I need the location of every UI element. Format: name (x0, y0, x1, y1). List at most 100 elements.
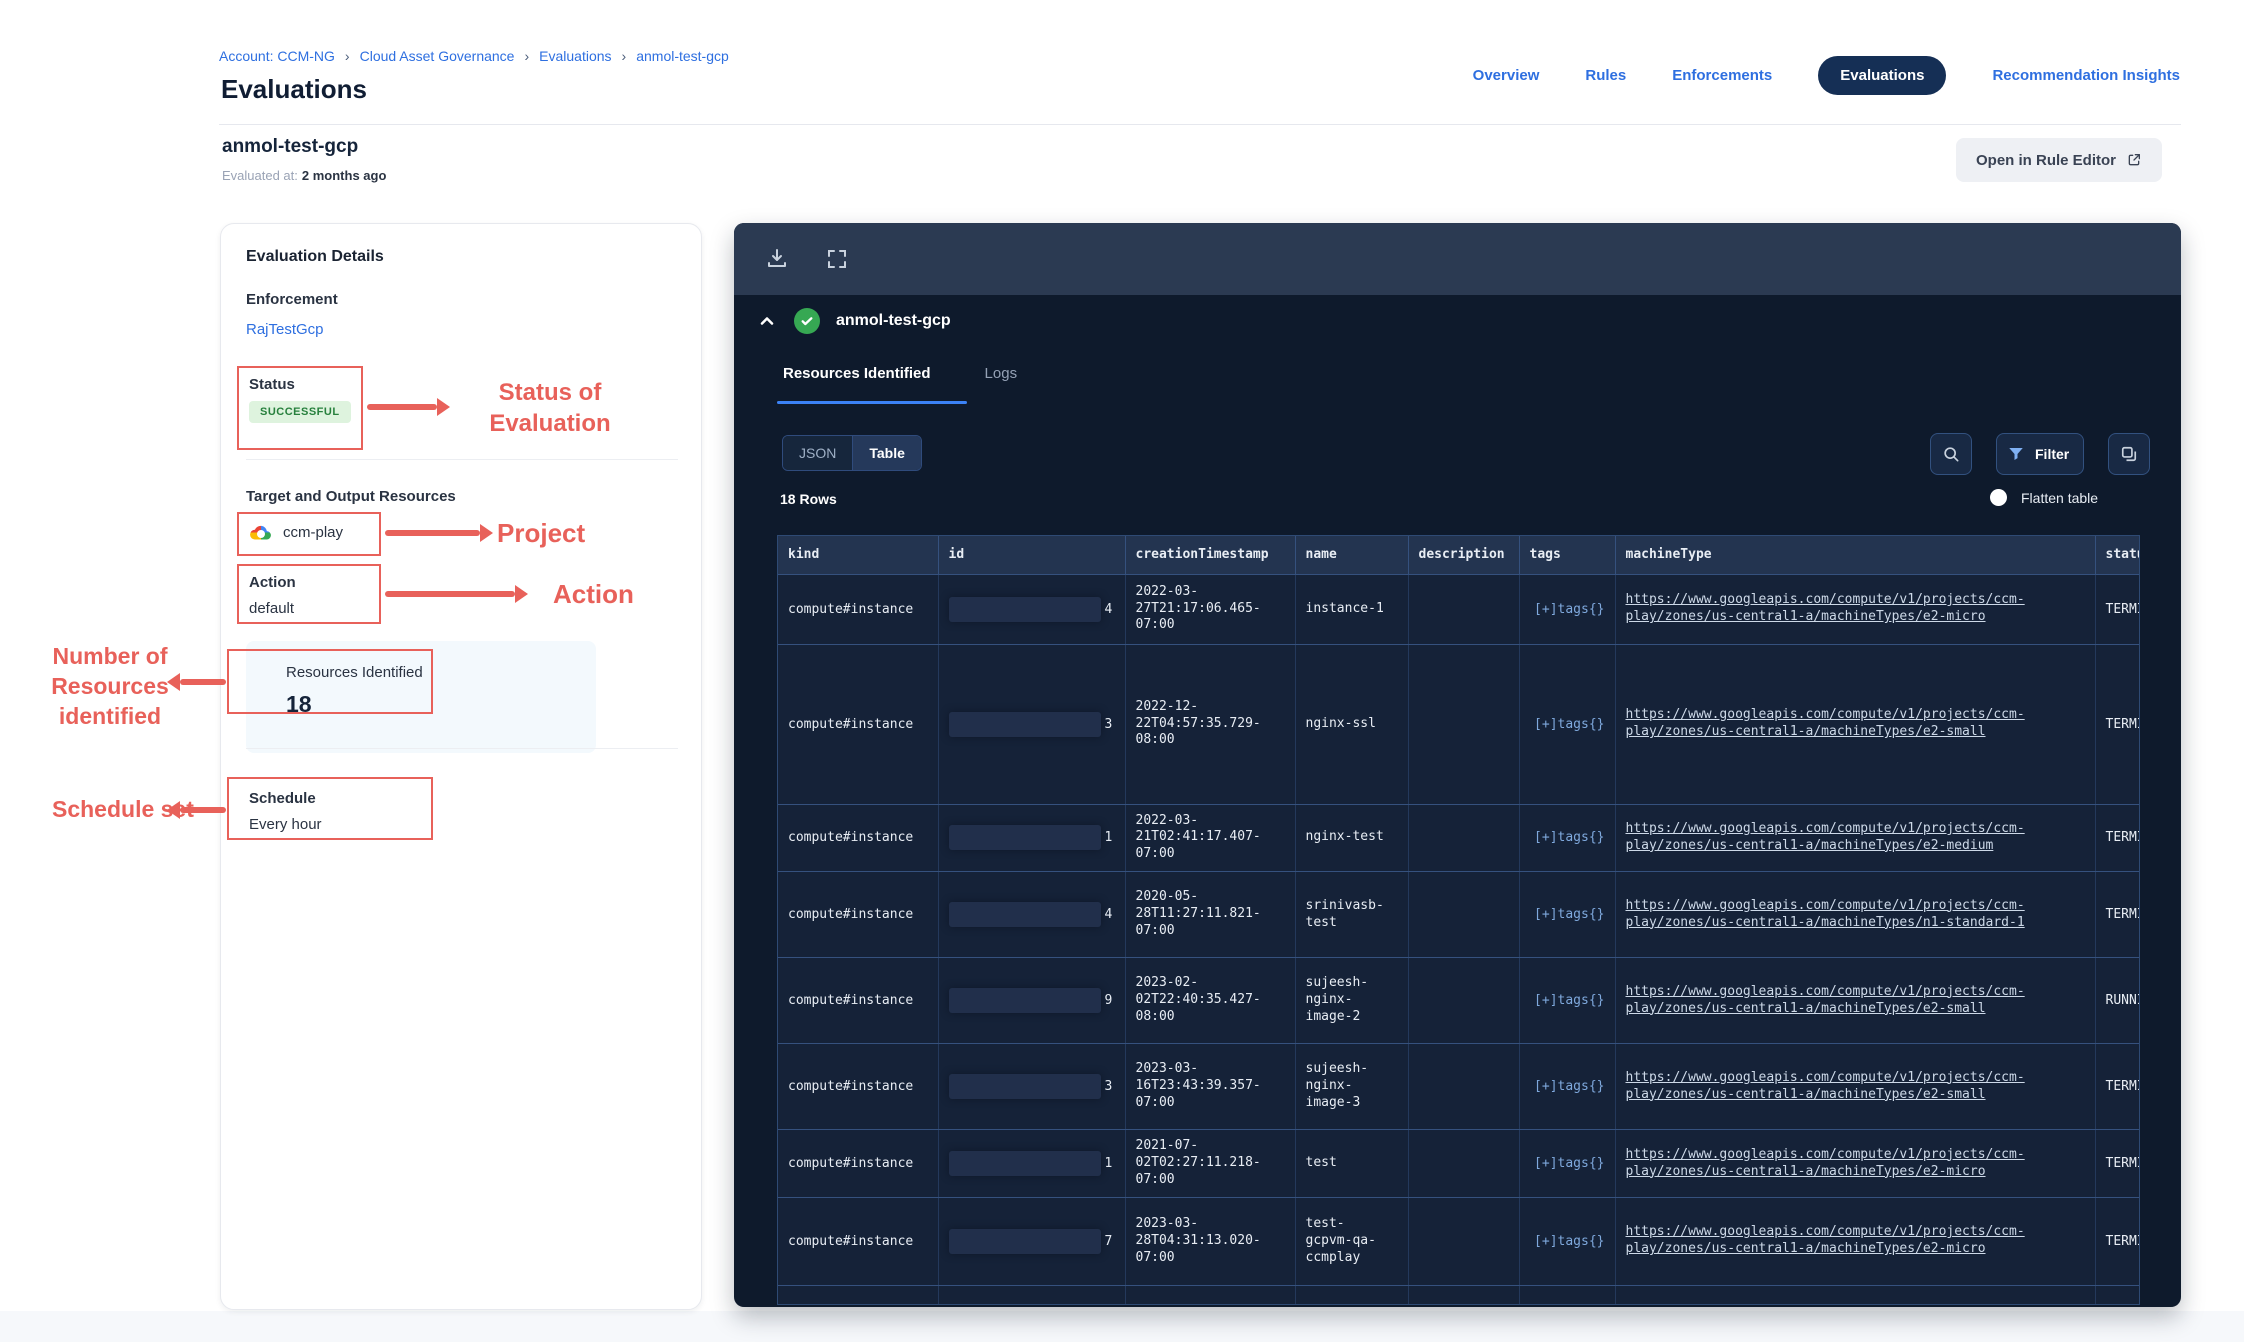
resources-identified-count: 18 (286, 691, 312, 718)
tags-expander[interactable]: [+]tags{} (1534, 907, 1604, 922)
breadcrumb-item-account[interactable]: Account: CCM-NG (219, 48, 335, 64)
nav-overview[interactable]: Overview (1473, 67, 1540, 84)
redacted-id (949, 825, 1101, 850)
redacted-id (949, 712, 1101, 737)
evaluated-at: Evaluated at:2 months ago (222, 168, 386, 183)
annotation-action: Action (553, 578, 634, 612)
cell-kind: compute#instance (778, 872, 938, 958)
column-header-id[interactable]: id (938, 536, 1125, 574)
cell-status: TERMINATED (2095, 1130, 2140, 1198)
cell-kind (778, 1285, 938, 1305)
cell-ts: 2022-03- 27T21:17:06.465- 07:00 (1125, 574, 1295, 644)
nav-evaluations-active[interactable]: Evaluations (1818, 56, 1946, 95)
cell-name: srinivasb- test (1295, 872, 1408, 958)
annotation-arrow-resources (180, 679, 226, 685)
cell-status: RUNNING (2095, 958, 2140, 1044)
collapse-chevron[interactable] (756, 310, 778, 332)
breadcrumb-item-evaluations[interactable]: Evaluations (539, 48, 611, 64)
tab-logs[interactable]: Logs (985, 365, 1018, 398)
breadcrumb-separator: › (524, 48, 529, 64)
breadcrumb-item-governance[interactable]: Cloud Asset Governance (360, 48, 515, 64)
column-header-description[interactable]: description (1408, 536, 1519, 574)
cell-status: TERMINATED (2095, 804, 2140, 872)
column-header-machineType[interactable]: machineType (1615, 536, 2095, 574)
fullscreen-button[interactable] (822, 244, 852, 274)
machine-type-link[interactable]: https://www.googleapis.com/compute/v1/pr… (1626, 1147, 2025, 1179)
machine-type-link[interactable]: https://www.googleapis.com/compute/v1/pr… (1626, 821, 2025, 853)
cell-id: 4 (938, 574, 1125, 644)
cell-kind: compute#instance (778, 1197, 938, 1285)
cell-desc (1408, 872, 1519, 958)
tab-resources-identified[interactable]: Resources Identified (783, 365, 931, 398)
resources-identified-box: Resources Identified 18 (246, 641, 596, 753)
tags-expander[interactable]: [+]tags{} (1534, 717, 1604, 732)
column-header-kind[interactable]: kind (778, 536, 938, 574)
nav-enforcements[interactable]: Enforcements (1672, 67, 1772, 84)
enforcement-link[interactable]: RajTestGcp (246, 321, 324, 338)
cell-name: sujeesh- nginx- image-3 (1295, 1044, 1408, 1130)
cell-tags: [+]tags{} (1519, 872, 1615, 958)
cell-status: TERMINATED (2095, 872, 2140, 958)
column-header-creationTimestamp[interactable]: creationTimestamp (1125, 536, 1295, 574)
project-name: ccm-play (283, 524, 343, 541)
resources-table-wrapper[interactable]: kindidcreationTimestampnamedescriptionta… (777, 535, 2140, 1305)
redacted-id (949, 1074, 1101, 1099)
annotation-arrow-status (367, 404, 437, 410)
cell-id: 9 (938, 958, 1125, 1044)
tags-expander[interactable]: [+]tags{} (1534, 602, 1604, 617)
tags-expander[interactable]: [+]tags{} (1534, 830, 1604, 845)
flatten-toggle[interactable] (1990, 489, 2007, 506)
breadcrumb-item-current[interactable]: anmol-test-gcp (636, 48, 729, 64)
cell-status: TERMINATED (2095, 574, 2140, 644)
column-header-tags[interactable]: tags (1519, 536, 1615, 574)
redacted-id (949, 902, 1101, 927)
nav-rules[interactable]: Rules (1585, 67, 1626, 84)
download-button[interactable] (762, 244, 792, 274)
row-count: 18 Rows (780, 491, 837, 507)
cell-tags: [+]tags{} (1519, 1130, 1615, 1198)
machine-type-link[interactable]: https://www.googleapis.com/compute/v1/pr… (1626, 984, 2025, 1016)
cell-tags: [+]tags{} (1519, 958, 1615, 1044)
fullscreen-icon (825, 247, 849, 271)
tags-expander[interactable]: [+]tags{} (1534, 1234, 1604, 1249)
machine-type-link[interactable]: https://www.googleapis.com/compute/v1/pr… (1626, 707, 2025, 739)
machine-type-link[interactable]: https://www.googleapis.com/compute/v1/pr… (1626, 898, 2025, 930)
cell-name: test (1295, 1130, 1408, 1198)
success-check-icon (794, 308, 820, 334)
project-row: ccm-play (249, 523, 343, 541)
nav-recommendation-insights[interactable]: Recommendation Insights (1992, 67, 2180, 84)
machine-type-link[interactable]: https://www.googleapis.com/compute/v1/pr… (1626, 1070, 2025, 1102)
tags-expander[interactable]: [+]tags{} (1534, 1156, 1604, 1171)
chevron-up-icon (757, 311, 777, 331)
copy-button[interactable] (2108, 433, 2150, 475)
view-toggle-table[interactable]: Table (852, 436, 921, 470)
table-row: compute#instance42022-03- 27T21:17:06.46… (778, 574, 2140, 644)
flatten-control: Flatten table (1990, 489, 2098, 506)
cell-tags (1519, 1285, 1615, 1305)
machine-type-link[interactable]: https://www.googleapis.com/compute/v1/pr… (1626, 592, 2025, 624)
search-button[interactable] (1930, 433, 1972, 475)
evaluated-at-value: 2 months ago (302, 168, 387, 183)
column-header-name[interactable]: name (1295, 536, 1408, 574)
machine-type-link[interactable]: https://www.googleapis.com/compute/v1/pr… (1626, 1224, 2025, 1256)
open-in-rule-editor-button[interactable]: Open in Rule Editor (1956, 138, 2162, 182)
filter-button[interactable]: Filter (1996, 433, 2084, 475)
annotation-project: Project (497, 517, 585, 551)
cell-desc (1408, 804, 1519, 872)
annotation-arrow-project (385, 530, 480, 536)
page-title: Evaluations (221, 74, 367, 105)
annotation-status: Status of Evaluation (455, 377, 645, 439)
cell-status: TERMINATED (2095, 1197, 2140, 1285)
tags-expander[interactable]: [+]tags{} (1534, 993, 1604, 1008)
top-nav: Overview Rules Enforcements Evaluations … (1380, 56, 2180, 95)
cell-tags: [+]tags{} (1519, 574, 1615, 644)
header-divider (219, 124, 2181, 125)
redacted-id (949, 988, 1101, 1013)
cell-machine: https://www.googleapis.com/compute/v1/pr… (1615, 644, 2095, 804)
cell-desc (1408, 1130, 1519, 1198)
view-toggle-json[interactable]: JSON (783, 436, 852, 470)
view-toggle: JSON Table (782, 435, 922, 471)
table-row: compute#instance92023-02- 02T22:40:35.42… (778, 958, 2140, 1044)
tags-expander[interactable]: [+]tags{} (1534, 1079, 1604, 1094)
column-header-status[interactable]: status (2095, 536, 2140, 574)
